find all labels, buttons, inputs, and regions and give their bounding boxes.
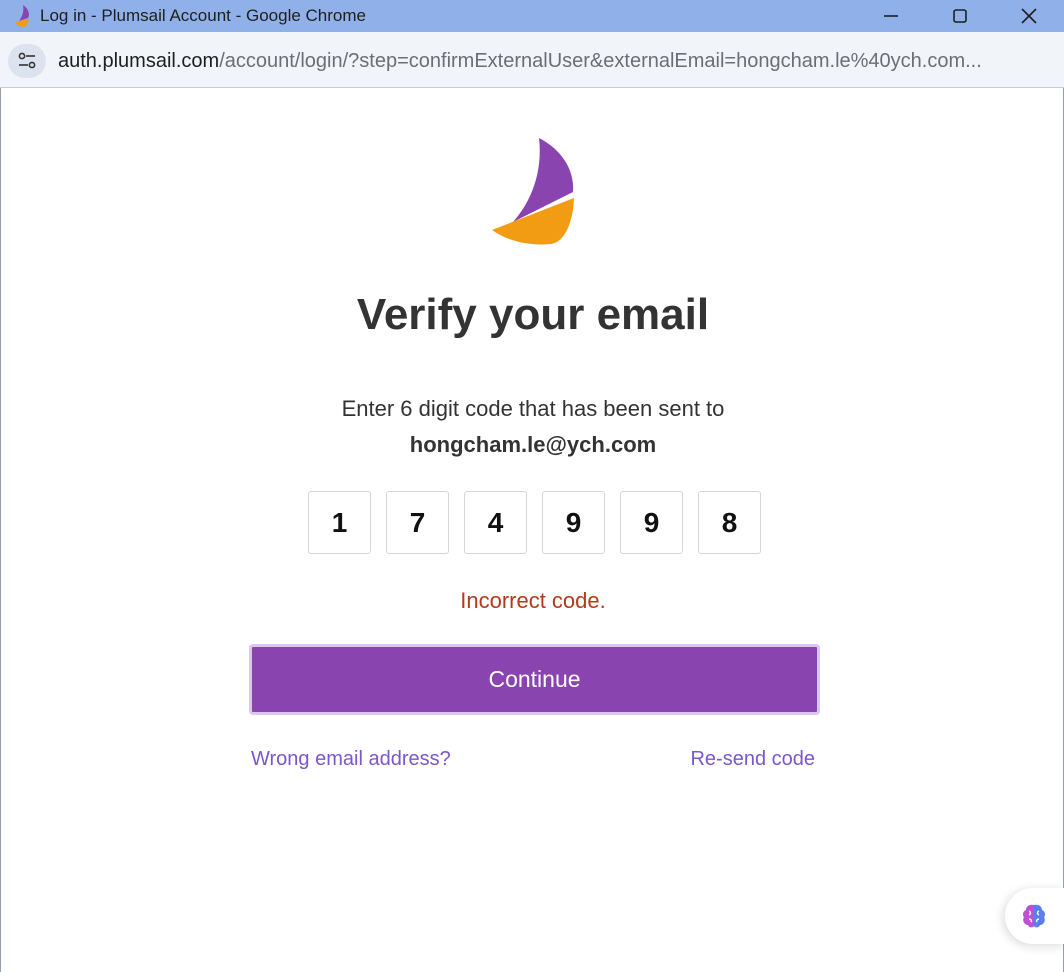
brain-icon bbox=[1022, 904, 1046, 928]
address-bar: auth.plumsail.com/account/login/?step=co… bbox=[0, 32, 1064, 88]
minimize-icon bbox=[884, 15, 898, 17]
resend-code-link[interactable]: Re-send code bbox=[690, 748, 815, 771]
code-digit-input-3[interactable]: 4 bbox=[464, 491, 527, 554]
close-button[interactable] bbox=[1006, 0, 1052, 32]
assistant-button[interactable] bbox=[1005, 888, 1064, 944]
continue-button[interactable]: Continue bbox=[249, 644, 820, 715]
window-title-bar: Log in - Plumsail Account - Google Chrom… bbox=[0, 0, 1064, 32]
code-digit-input-5[interactable]: 9 bbox=[620, 491, 683, 554]
instruction-text: Enter 6 digit code that has been sent to bbox=[341, 396, 725, 421]
code-digit-input-2[interactable]: 7 bbox=[386, 491, 449, 554]
page-content: Verify your email Enter 6 digit code tha… bbox=[0, 88, 1064, 972]
plumsail-logo bbox=[492, 138, 574, 245]
close-icon bbox=[1021, 8, 1037, 24]
maximize-icon bbox=[953, 9, 967, 23]
tune-icon bbox=[18, 52, 36, 69]
plumsail-sail-icon bbox=[15, 5, 29, 27]
url-field[interactable]: auth.plumsail.com/account/login/?step=co… bbox=[58, 50, 1048, 73]
email-address: hongcham.le@ych.com bbox=[409, 432, 657, 457]
maximize-button[interactable] bbox=[937, 0, 983, 32]
window-title: Log in - Plumsail Account - Google Chrom… bbox=[40, 6, 366, 25]
code-digit-input-1[interactable]: 1 bbox=[308, 491, 371, 554]
site-info-button[interactable] bbox=[8, 44, 46, 78]
wrong-email-link[interactable]: Wrong email address? bbox=[251, 748, 451, 771]
error-message: Incorrect code. bbox=[460, 588, 606, 613]
code-digit-input-4[interactable]: 9 bbox=[542, 491, 605, 554]
code-digit-input-6[interactable]: 8 bbox=[698, 491, 761, 554]
url-path: /account/login/?step=confirmExternalUser… bbox=[219, 50, 982, 72]
url-host: auth.plumsail.com bbox=[58, 50, 220, 72]
minimize-button[interactable] bbox=[868, 0, 914, 32]
page-title: Verify your email bbox=[356, 290, 710, 339]
